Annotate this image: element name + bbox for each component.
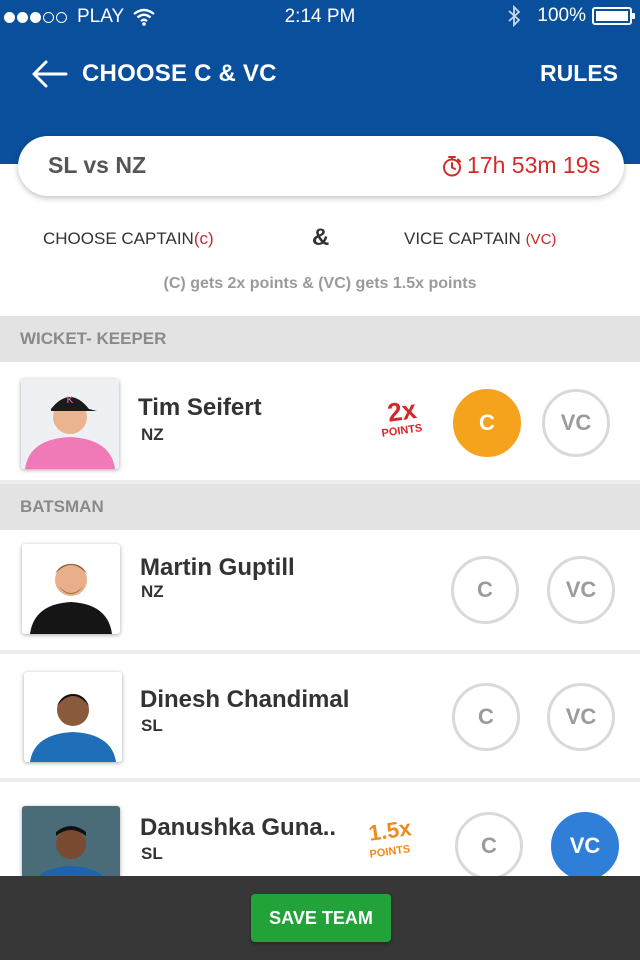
back-arrow-icon[interactable] — [30, 56, 70, 92]
captain-button[interactable]: C — [455, 812, 523, 876]
captain-button[interactable]: C — [453, 389, 521, 457]
player-team: SL — [141, 844, 163, 863]
battery-percent: 100% — [537, 5, 586, 26]
section-header-batsman: BATSMAN — [0, 484, 640, 530]
vice-captain-button[interactable]: VC — [547, 683, 615, 751]
player-name: Danushka Guna.. — [140, 814, 337, 841]
page-title: CHOOSE C & VC — [82, 60, 277, 87]
player-name: Martin Guptill — [140, 554, 295, 581]
player-team: NZ — [141, 582, 164, 601]
player-avatar-icon: K — [21, 379, 119, 469]
player-photo — [22, 544, 120, 634]
match-timer: 17h 53m 19s — [441, 152, 600, 179]
status-right: 100% — [507, 5, 635, 27]
player-row: Danushka Guna.. SL 1.5x POINTS C VC — [0, 782, 640, 876]
status-bar: PLAY 2:14 PM 100% — [0, 0, 640, 34]
choose-section: CHOOSE CAPTAIN(c) & VICE CAPTAIN (VC) (C… — [0, 196, 640, 316]
section-header-wicket-keeper: WICKET- KEEPER — [0, 316, 640, 362]
choose-captain-label: CHOOSE CAPTAIN(c) — [43, 229, 214, 249]
player-avatar-icon — [22, 544, 120, 634]
match-name: SL vs NZ — [48, 152, 146, 178]
player-row: K Tim Seifert NZ 2x POINTS C VC — [0, 362, 640, 484]
vice-captain-button[interactable]: VC — [542, 389, 610, 457]
player-team: SL — [141, 716, 163, 735]
captain-tag: (c) — [193, 229, 214, 248]
player-row: Martin Guptill NZ C VC — [0, 530, 640, 654]
battery-icon — [592, 7, 635, 25]
timer-value: 17h 53m 19s — [467, 152, 600, 178]
rules-button[interactable]: RULES — [540, 60, 618, 87]
player-avatar-icon — [24, 672, 122, 762]
player-team: NZ — [141, 425, 164, 444]
vice-label-text: VICE CAPTAIN — [404, 229, 521, 248]
player-photo — [24, 672, 122, 762]
vice-captain-label: VICE CAPTAIN (VC) — [404, 229, 556, 249]
ampersand: & — [312, 224, 330, 251]
points-multiplier-badge: 1.5x POINTS — [360, 815, 420, 868]
vice-captain-button[interactable]: VC — [551, 812, 619, 876]
vice-captain-button[interactable]: VC — [547, 556, 615, 624]
footer-bar: SAVE TEAM — [0, 876, 640, 960]
svg-text:K: K — [67, 395, 74, 406]
player-row: Dinesh Chandimal SL C VC — [0, 654, 640, 782]
captain-button[interactable]: C — [451, 556, 519, 624]
player-avatar-icon — [22, 806, 120, 876]
stopwatch-icon — [443, 155, 462, 176]
points-note: (C) gets 2x points & (VC) gets 1.5x poin… — [163, 275, 477, 292]
captain-label-text: CHOOSE CAPTAIN — [43, 229, 194, 248]
save-team-button[interactable]: SAVE TEAM — [251, 894, 391, 942]
vice-tag: (VC) — [525, 231, 557, 248]
points-multiplier-badge: 2x POINTS — [372, 394, 432, 448]
player-name: Dinesh Chandimal — [140, 686, 350, 713]
player-photo — [22, 806, 120, 876]
player-photo: K — [21, 379, 119, 469]
captain-button[interactable]: C — [452, 683, 520, 751]
bluetooth-icon — [508, 5, 521, 27]
match-card: SL vs NZ 17h 53m 19s — [18, 136, 624, 196]
player-name: Tim Seifert — [138, 394, 262, 421]
